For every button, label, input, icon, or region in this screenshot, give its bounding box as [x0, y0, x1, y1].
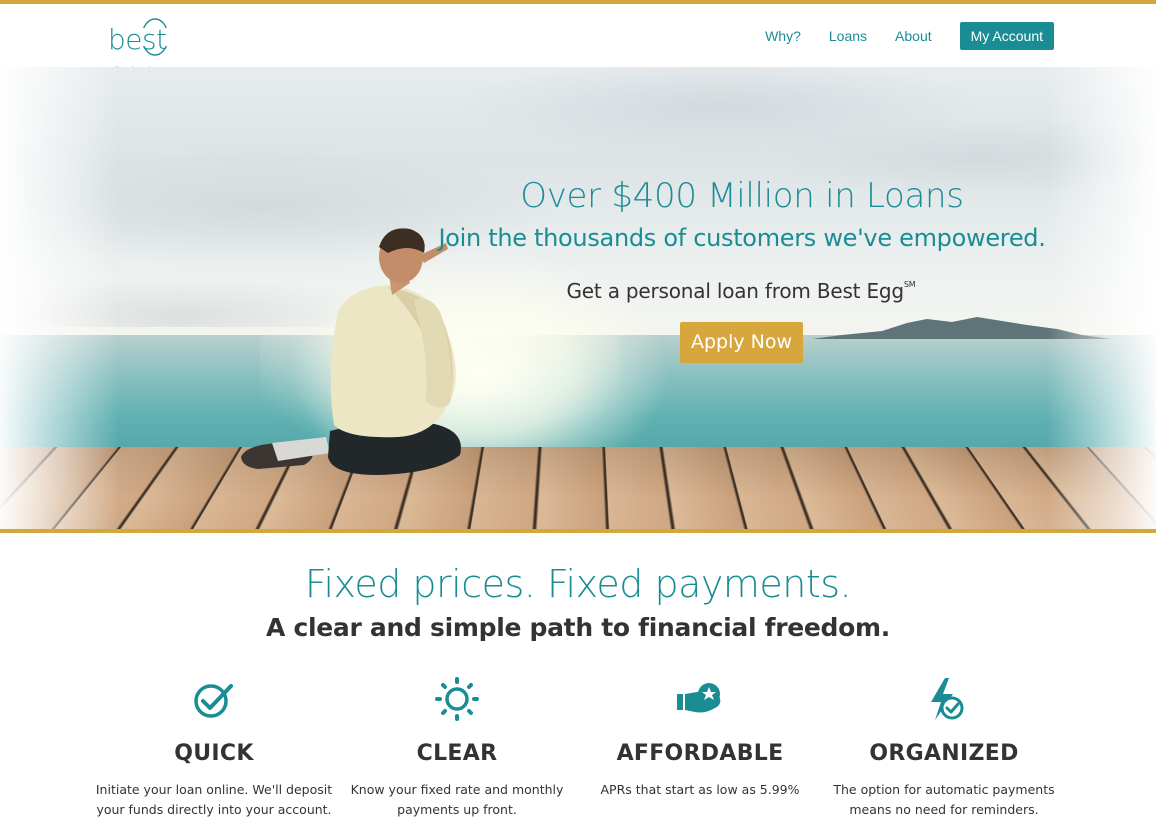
feature-quick: QUICK Initiate your loan online. We'll d…	[94, 676, 334, 820]
feature-text: Initiate your loan online. We'll deposit…	[95, 782, 333, 817]
feature-title: ORGANIZED	[869, 741, 1019, 766]
logo[interactable]: best egg	[108, 14, 208, 89]
man-on-dock-illustration	[241, 228, 461, 475]
feature-clear: CLEAR Know your fixed rate and monthly p…	[337, 676, 577, 820]
check-circle-icon	[194, 684, 233, 718]
site-header: best egg Why? Loans About My Account	[0, 4, 1156, 89]
hero-subtitle: Join the thousands of customers we've em…	[438, 224, 1046, 252]
feature-title: QUICK	[174, 741, 254, 766]
hero-banner: Over $400 Million in Loans Join the thou…	[0, 67, 1156, 529]
sun-icon	[435, 677, 479, 721]
feature-organized: ORGANIZED The option for automatic payme…	[824, 676, 1064, 820]
hero-title: Over $400 Million in Loans	[520, 176, 964, 216]
feature-affordable: AFFORDABLE APRs that start as low as 5.9…	[580, 676, 820, 800]
nav-loans[interactable]: Loans	[829, 28, 867, 44]
hero-fade-right	[1046, 67, 1156, 529]
section-divider-bar	[0, 529, 1156, 533]
hero-tagline: Get a personal loan from Best EggSM	[560, 279, 922, 303]
dock-shade	[0, 447, 1156, 529]
hero-tagline-text: Get a personal loan from Best Egg	[566, 279, 905, 303]
my-account-button[interactable]: My Account	[959, 22, 1054, 50]
hero-fade-left	[0, 67, 120, 529]
section-subtitle: A clear and simple path to financial fre…	[266, 613, 890, 642]
service-mark: SM	[903, 280, 916, 289]
feature-text: APRs that start as low as 5.99%	[600, 782, 800, 797]
feature-text: Know your fixed rate and monthly payment…	[350, 782, 564, 817]
nav-why[interactable]: Why?	[765, 28, 801, 44]
main-nav: Why? Loans About My Account	[765, 22, 1054, 50]
section-title: Fixed prices. Fixed payments.	[304, 562, 852, 606]
apply-now-button[interactable]: Apply Now	[680, 322, 803, 363]
feature-text: The option for automatic payments means …	[833, 782, 1055, 817]
feature-title: AFFORDABLE	[616, 741, 784, 766]
hand-star-icon	[677, 683, 721, 713]
lightning-check-icon	[931, 678, 964, 720]
nav-about[interactable]: About	[895, 28, 932, 44]
feature-title: CLEAR	[416, 741, 498, 766]
